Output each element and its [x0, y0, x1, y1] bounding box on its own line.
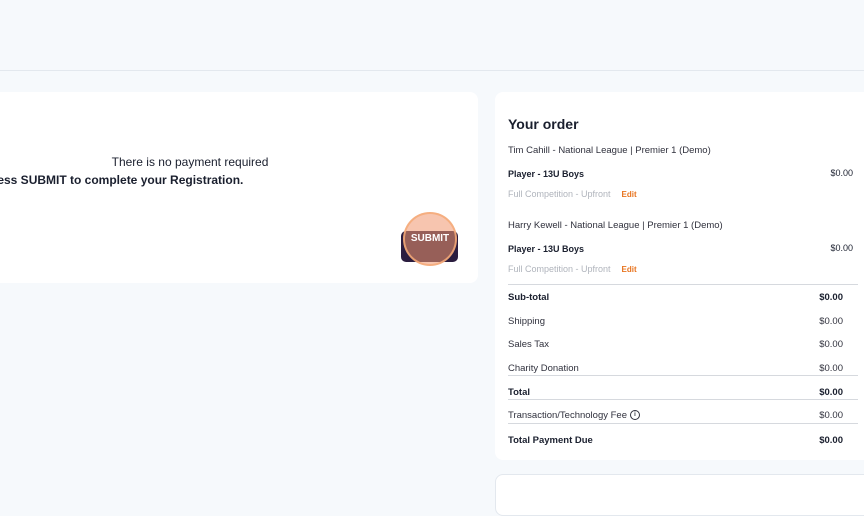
- fee-label: Transaction/Technology Fee: [508, 410, 627, 421]
- secondary-card: [495, 474, 864, 516]
- divider: [508, 423, 858, 424]
- order-item-plan-label: Full Competition - Upfront: [508, 264, 611, 274]
- total-label: Total: [508, 387, 530, 398]
- subtotal-value: $0.00: [819, 292, 843, 303]
- order-item-price: $0.00: [830, 243, 853, 253]
- divider: [508, 375, 858, 376]
- no-payment-message: There is no payment required: [111, 155, 269, 169]
- shipping-row: Shipping $0.00: [508, 316, 843, 327]
- edit-link[interactable]: Edit: [622, 265, 637, 274]
- fee-value: $0.00: [819, 410, 843, 421]
- total-due-value: $0.00: [819, 435, 843, 446]
- order-item-type: Player - 13U Boys: [508, 244, 585, 254]
- order-title: Your order: [508, 116, 579, 132]
- info-icon[interactable]: i: [630, 410, 640, 421]
- subtotal-label: Sub-total: [508, 292, 550, 303]
- order-item-price: $0.00: [830, 168, 853, 178]
- shipping-value: $0.00: [819, 316, 843, 327]
- submit-button[interactable]: [401, 231, 458, 262]
- order-item-plan: Full Competition - Upfront Edit: [508, 189, 637, 199]
- order-item-plan: Full Competition - Upfront Edit: [508, 264, 637, 274]
- order-item-plan-label: Full Competition - Upfront: [508, 189, 611, 199]
- divider: [508, 399, 858, 400]
- total-due-row: Total Payment Due $0.00: [508, 435, 843, 446]
- sales-tax-row: Sales Tax $0.00: [508, 339, 843, 350]
- fee-row: Transaction/Technology Fee i $0.00: [508, 410, 843, 421]
- shipping-label: Shipping: [508, 316, 545, 327]
- charity-value: $0.00: [819, 363, 843, 374]
- top-header-bar: [0, 0, 864, 71]
- total-row: Total $0.00: [508, 387, 843, 398]
- order-item-type: Player - 13U Boys: [508, 169, 585, 179]
- payment-message-card: There is no payment required t press SUB…: [0, 92, 478, 283]
- charity-row: Charity Donation $0.00: [508, 363, 843, 374]
- submit-instruction: t press SUBMIT to complete your Registra…: [0, 173, 244, 187]
- edit-link[interactable]: Edit: [622, 190, 637, 199]
- total-value: $0.00: [819, 387, 843, 398]
- sales-tax-label: Sales Tax: [508, 339, 550, 350]
- charity-label: Charity Donation: [508, 363, 579, 374]
- order-item-name: Tim Cahill - National League | Premier 1…: [508, 145, 711, 156]
- order-item-name: Harry Kewell - National League | Premier…: [508, 220, 723, 231]
- order-summary-card: Your order Tim Cahill - National League …: [495, 92, 864, 460]
- subtotal-row: Sub-total $0.00: [508, 292, 843, 303]
- total-due-label: Total Payment Due: [508, 435, 593, 446]
- divider: [508, 284, 858, 285]
- sales-tax-value: $0.00: [819, 339, 843, 350]
